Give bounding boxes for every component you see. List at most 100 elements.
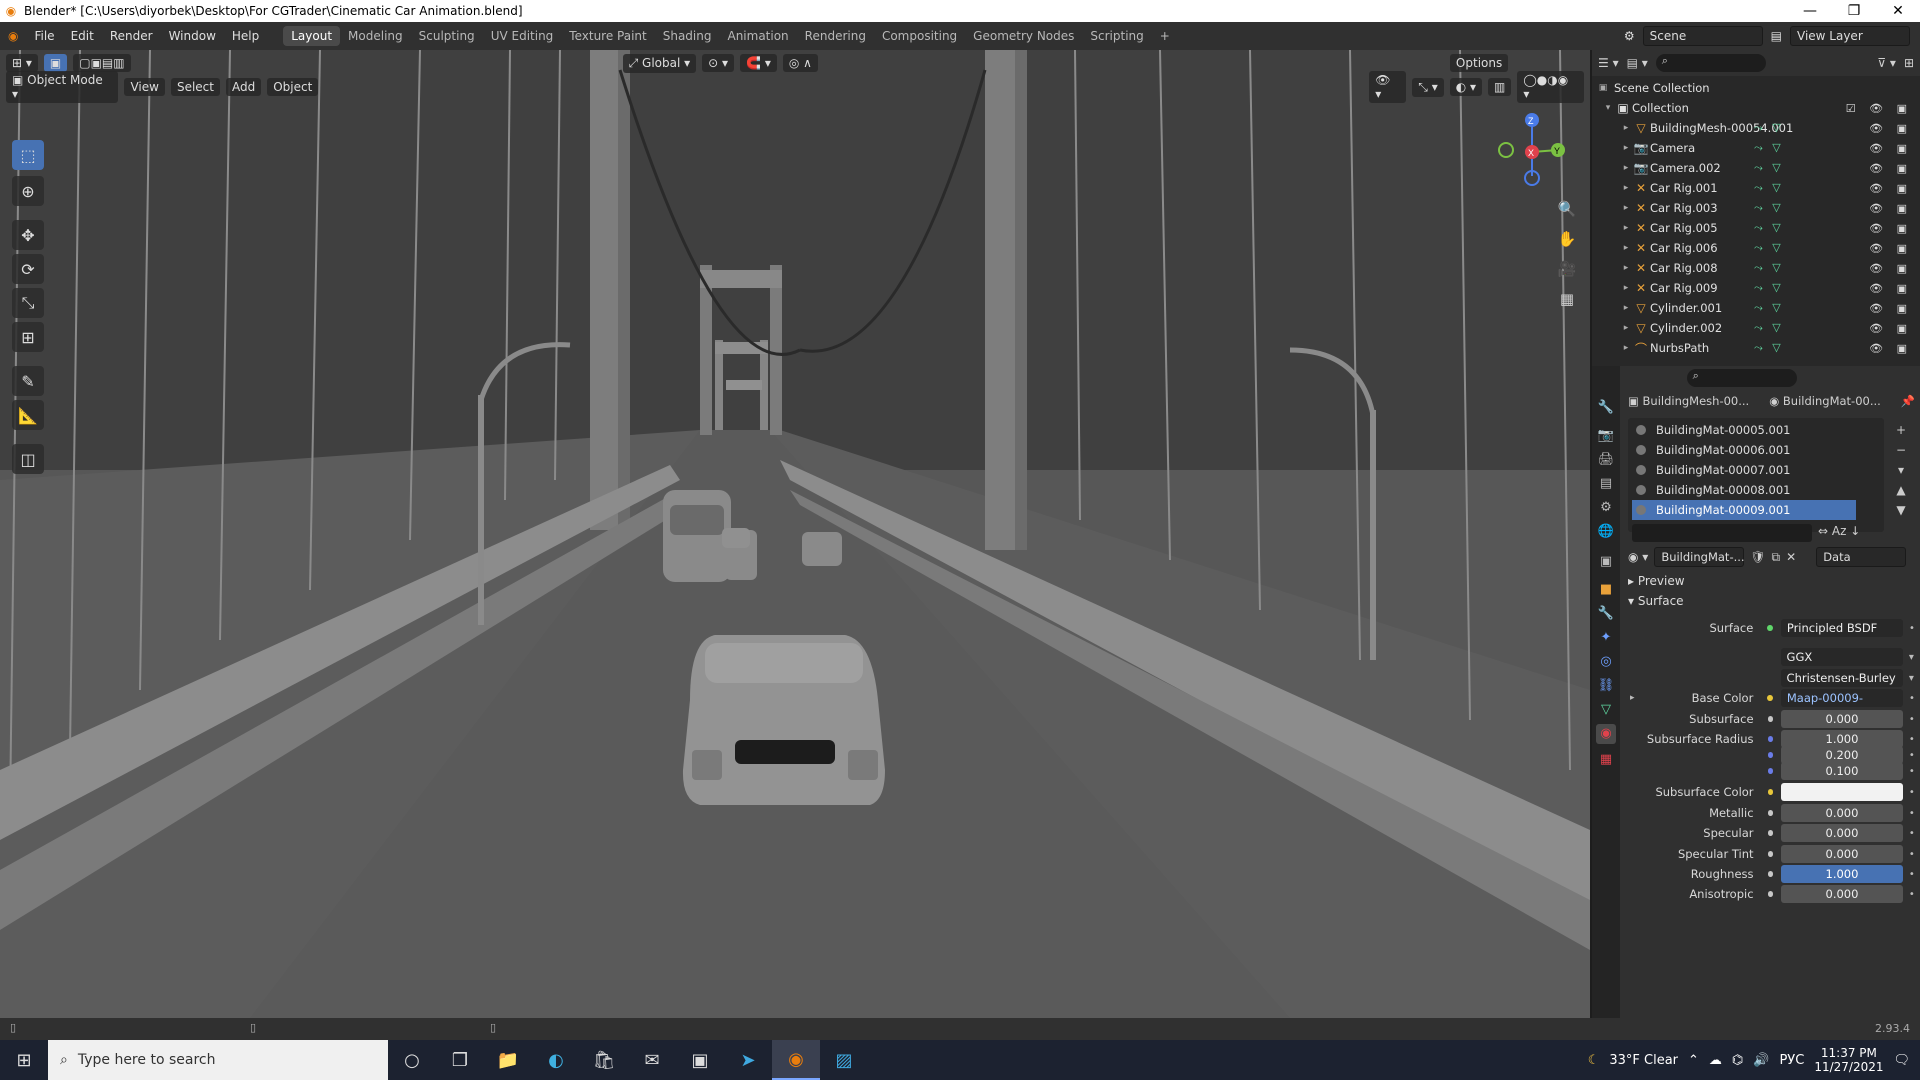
task-view-icon[interactable]: ❐ (436, 1040, 484, 1080)
tab-compositing[interactable]: Compositing (874, 26, 965, 46)
expand-arrow-icon[interactable]: ▸ (1620, 323, 1632, 333)
socket-dot-icon[interactable] (1767, 851, 1774, 857)
property-value[interactable]: 0.000 (1781, 845, 1903, 863)
keyframe-dot-icon[interactable]: • (1909, 766, 1920, 777)
expand-arrow-icon[interactable]: ▸ (1620, 343, 1632, 353)
expand-arrow-icon[interactable]: ▸ (1620, 283, 1632, 293)
properties-editor[interactable]: ☰ ▾ ⌕ 🔧 📷 🖨 ▤ ⚙ 🌐 ▣ ■ 🔧 ✦ ◎ ⛓ ▽ ◉ ▦ ▣ Bu… (1592, 366, 1920, 1018)
tool-tab-icon[interactable]: 🔧 (1596, 398, 1616, 418)
visibility-icons[interactable]: 👁 ▣ (1869, 262, 1912, 275)
visibility-icons[interactable]: 👁 ▣ (1869, 162, 1912, 175)
weather-text[interactable]: 33°F Clear (1609, 1053, 1678, 1068)
outliner-item[interactable]: ▸ ✕ Car Rig.009 ⤳ ▽ 👁 ▣ (1592, 278, 1920, 298)
volume-icon[interactable]: 🔊 (1753, 1053, 1769, 1068)
object-data-icons[interactable]: ⤳ ▽ (1754, 141, 1784, 155)
menu-file[interactable]: File (26, 29, 62, 43)
menu-select[interactable]: Select (170, 78, 220, 96)
particles-tab-icon[interactable]: ✦ (1596, 628, 1616, 648)
outliner-item[interactable]: ▸ ✕ Car Rig.003 ⤳ ▽ 👁 ▣ (1592, 198, 1920, 218)
tab-uv-editing[interactable]: UV Editing (483, 26, 562, 46)
property-value[interactable]: 0.000 (1781, 824, 1903, 842)
world-tab-icon[interactable]: 🌐 (1596, 522, 1616, 542)
socket-dot-icon[interactable] (1767, 810, 1774, 816)
keyframe-dot-icon[interactable]: • (1909, 849, 1920, 860)
socket-dot-icon[interactable] (1767, 752, 1774, 758)
outliner-item[interactable]: ▸ ✕ Car Rig.005 ⤳ ▽ 👁 ▣ (1592, 218, 1920, 238)
outliner[interactable]: ☰ ▾ ▤ ▾ ⌕ ⊽ ▾ ⊞ ▣ Scene Collection ▾ ▣ C… (1592, 50, 1920, 366)
visibility-icons[interactable]: 👁 ▣ (1869, 282, 1912, 295)
transform-orientation-dropdown[interactable]: ⤢ Global ▾ (622, 53, 697, 73)
material-browse-icon[interactable]: ◉ ▾ (1628, 550, 1648, 564)
property-value[interactable]: 0.000 (1781, 885, 1903, 903)
property-value[interactable]: 1.000 (1781, 865, 1903, 883)
select-box-tool-icon[interactable]: ⬚ (12, 140, 44, 170)
expand-arrow-icon[interactable]: ▸ (1620, 303, 1632, 313)
expand-arrow-icon[interactable]: ▸ (1620, 123, 1632, 133)
expand-arrow-icon[interactable]: ▸ (1620, 203, 1632, 213)
visibility-icons[interactable]: 👁 ▣ (1869, 322, 1912, 335)
selection-mode-buttons[interactable]: ▢▣▤▥ (73, 54, 131, 72)
keyframe-dot-icon[interactable]: • (1909, 869, 1920, 880)
expand-arrow-icon[interactable]: ▸ (1630, 693, 1635, 703)
visibility-icons[interactable]: 👁 ▣ (1869, 202, 1912, 215)
expand-arrow-icon[interactable]: ▸ (1620, 263, 1632, 273)
outliner-search-input[interactable]: ⌕ (1655, 54, 1766, 72)
perspective-grid-icon[interactable]: ▦ (1554, 286, 1580, 312)
tab-scripting[interactable]: Scripting (1082, 26, 1151, 46)
keyframe-dot-icon[interactable]: • (1909, 828, 1920, 839)
surface-panel-header[interactable]: ▾ Surface (1628, 594, 1684, 608)
scene-tab-icon[interactable]: ⚙ (1596, 498, 1616, 518)
constraints-tab-icon[interactable]: ⛓ (1596, 676, 1616, 696)
scale-tool-icon[interactable]: ⤡ (12, 288, 44, 318)
collection-expand-icon[interactable]: ▾ (1602, 103, 1614, 113)
annotate-tool-icon[interactable]: ✎ (12, 366, 44, 396)
property-value[interactable]: GGX (1780, 648, 1903, 666)
duplicate-material-icon[interactable]: ⧉ (1772, 550, 1781, 565)
visibility-icons[interactable]: 👁 ▣ (1869, 122, 1912, 135)
move-tool-icon[interactable]: ✥ (12, 220, 44, 250)
windows-start-icon[interactable]: ⊞ (0, 1040, 48, 1080)
visibility-icons[interactable]: 👁 ▣ (1869, 182, 1912, 195)
keyframe-dot-icon[interactable]: • (1909, 787, 1920, 798)
expand-arrow-icon[interactable]: ▸ (1620, 143, 1632, 153)
keyframe-dot-icon[interactable]: • (1909, 734, 1920, 745)
store-icon[interactable]: 🛍 (580, 1040, 628, 1080)
material-name-field[interactable]: BuildingMat-... (1654, 547, 1745, 567)
property-value[interactable]: Principled BSDF (1780, 619, 1903, 637)
tab-animation[interactable]: Animation (719, 26, 796, 46)
object-data-icons[interactable]: ⤳ ▽ (1754, 261, 1784, 275)
tray-chevron-icon[interactable]: ⌃ (1688, 1053, 1699, 1068)
outliner-item[interactable]: ▸ 📷 Camera.002 ⤳ ▽ 👁 ▣ (1592, 158, 1920, 178)
menu-render[interactable]: Render (102, 29, 161, 43)
overlay-toggle[interactable]: ◐ ▾ (1449, 78, 1483, 96)
scene-selector[interactable]: Scene (1642, 26, 1763, 46)
menu-help[interactable]: Help (224, 29, 267, 43)
modifier-tab-icon[interactable]: 🔧 (1596, 604, 1616, 624)
visibility-icons[interactable]: 👁 ▣ (1869, 222, 1912, 235)
property-value[interactable]: 0.000 (1781, 804, 1903, 822)
file-explorer-icon[interactable]: 📁 (484, 1040, 532, 1080)
camera-view-icon[interactable]: 🎥 (1554, 256, 1580, 282)
maximize-button[interactable]: ❐ (1832, 3, 1876, 19)
material-slot[interactable]: BuildingMat-00005.001 (1632, 420, 1856, 440)
visibility-icons[interactable]: 👁 ▣ (1869, 302, 1912, 315)
tab-sculpting[interactable]: Sculpting (411, 26, 483, 46)
keyframe-dot-icon[interactable]: • (1909, 808, 1920, 819)
output-tab-icon[interactable]: 🖨 (1596, 450, 1616, 470)
navigation-gizmo[interactable]: X Y Z (1490, 108, 1570, 192)
object-data-icons[interactable]: ⤳ ▽ (1754, 321, 1784, 335)
pin-icon[interactable]: 📌 (1901, 394, 1915, 408)
object-data-icons[interactable]: ⤳ ▽ (1754, 301, 1784, 315)
outliner-item[interactable]: ▸ ✕ Car Rig.001 ⤳ ▽ 👁 ▣ (1592, 178, 1920, 198)
physics-tab-icon[interactable]: ◎ (1596, 652, 1616, 672)
outliner-editor-icon[interactable]: ☰ ▾ (1598, 56, 1619, 70)
menu-window[interactable]: Window (161, 29, 224, 43)
tab-texture-paint[interactable]: Texture Paint (561, 26, 654, 46)
visibility-dropdown[interactable]: 👁 ▾ (1369, 71, 1407, 103)
material-slot[interactable]: BuildingMat-00007.001 (1632, 460, 1856, 480)
material-slot[interactable]: BuildingMat-00006.001 (1632, 440, 1856, 460)
socket-dot-icon[interactable] (1767, 789, 1774, 795)
collection-visibility-icons[interactable]: ☑ 👁 ▣ (1846, 102, 1912, 115)
expand-arrow-icon[interactable]: ▸ (1620, 243, 1632, 253)
pivot-point-dropdown[interactable]: ⊙ ▾ (702, 54, 735, 72)
